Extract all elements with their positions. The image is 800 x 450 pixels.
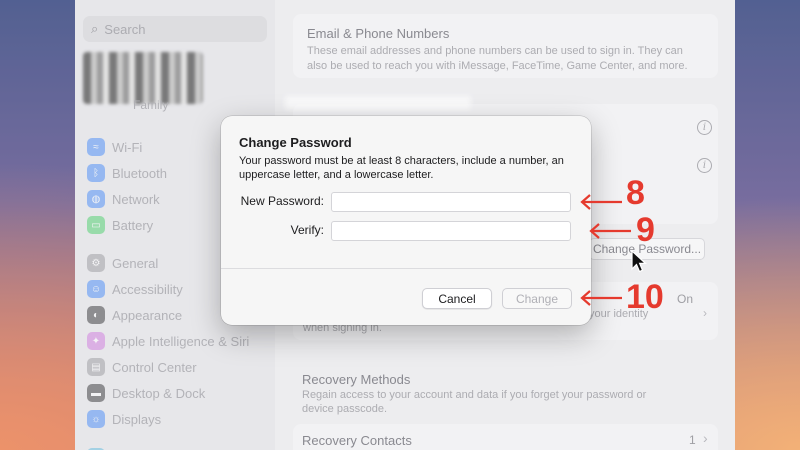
new-password-field[interactable] — [331, 192, 571, 212]
mouse-cursor-icon — [631, 250, 648, 273]
change-button[interactable]: Change — [502, 288, 572, 309]
annotation-number-10: 10 — [626, 278, 664, 316]
annotation-arrow-10 — [580, 290, 622, 306]
new-password-label: New Password: — [240, 194, 324, 208]
cancel-button[interactable]: Cancel — [422, 288, 492, 309]
dialog-description: Your password must be at least 8 charact… — [239, 155, 564, 181]
change-password-dialog: Change Password Your password must be at… — [221, 116, 591, 325]
annotation-number-8: 8 — [626, 174, 645, 212]
annotation-arrow-9 — [589, 223, 631, 239]
verify-label: Verify: — [290, 223, 324, 237]
dialog-title: Change Password — [239, 135, 352, 150]
annotation-number-9: 9 — [636, 211, 655, 249]
dialog-divider — [221, 268, 591, 269]
verify-field[interactable] — [331, 221, 571, 241]
annotation-arrow-8 — [580, 194, 622, 210]
